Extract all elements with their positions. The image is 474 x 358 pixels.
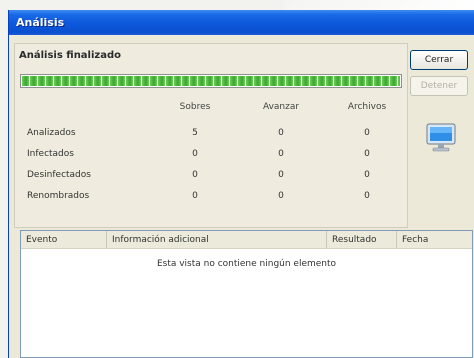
cell-renombrados-avanzar: 0 <box>278 191 284 201</box>
progress-fill <box>22 76 400 86</box>
cell-analizados-avanzar: 0 <box>278 128 284 138</box>
column-header-fecha[interactable]: Fecha <box>397 231 472 248</box>
results-list[interactable]: Evento Información adicional Resultado F… <box>20 230 473 358</box>
analysis-status-panel: Análisis finalizado Sobres Avanzar Archi… <box>14 43 408 228</box>
analysis-window: Análisis Análisis finalizado Sobres Avan… <box>8 10 474 358</box>
close-button[interactable]: Cerrar <box>410 50 468 70</box>
window-title: Análisis <box>16 16 65 29</box>
row-label-desinfectados: Desinfectados <box>27 170 91 180</box>
empty-list-message: Esta vista no contiene ningún elemento <box>156 259 337 269</box>
column-header-informacion-adicional[interactable]: Información adicional <box>107 231 327 248</box>
monitor-icon <box>424 122 458 154</box>
cell-infectados-archivos: 0 <box>364 149 370 159</box>
progress-bar <box>20 74 402 88</box>
cell-analizados-archivos: 0 <box>364 128 370 138</box>
column-header-archivos: Archivos <box>347 102 387 112</box>
column-header-sobres: Sobres <box>179 102 211 112</box>
cell-infectados-avanzar: 0 <box>278 149 284 159</box>
analysis-status-title: Análisis finalizado <box>19 50 122 61</box>
cell-renombrados-sobres: 0 <box>192 191 198 201</box>
cell-desinfectados-avanzar: 0 <box>278 170 284 180</box>
cell-renombrados-archivos: 0 <box>364 191 370 201</box>
row-label-infectados: Infectados <box>27 149 74 159</box>
row-label-analizados: Analizados <box>27 128 76 138</box>
cell-analizados-sobres: 5 <box>192 128 198 138</box>
column-header-evento[interactable]: Evento <box>21 231 107 248</box>
cell-desinfectados-archivos: 0 <box>364 170 370 180</box>
column-header-resultado[interactable]: Resultado <box>327 231 397 248</box>
results-list-header: Evento Información adicional Resultado F… <box>21 231 472 249</box>
row-label-renombrados: Renombrados <box>27 191 90 201</box>
window-titlebar[interactable]: Análisis <box>9 10 474 35</box>
column-header-avanzar: Avanzar <box>262 102 300 112</box>
cell-desinfectados-sobres: 0 <box>192 170 198 180</box>
stop-button[interactable]: Detener <box>410 76 468 96</box>
cell-infectados-sobres: 0 <box>192 149 198 159</box>
